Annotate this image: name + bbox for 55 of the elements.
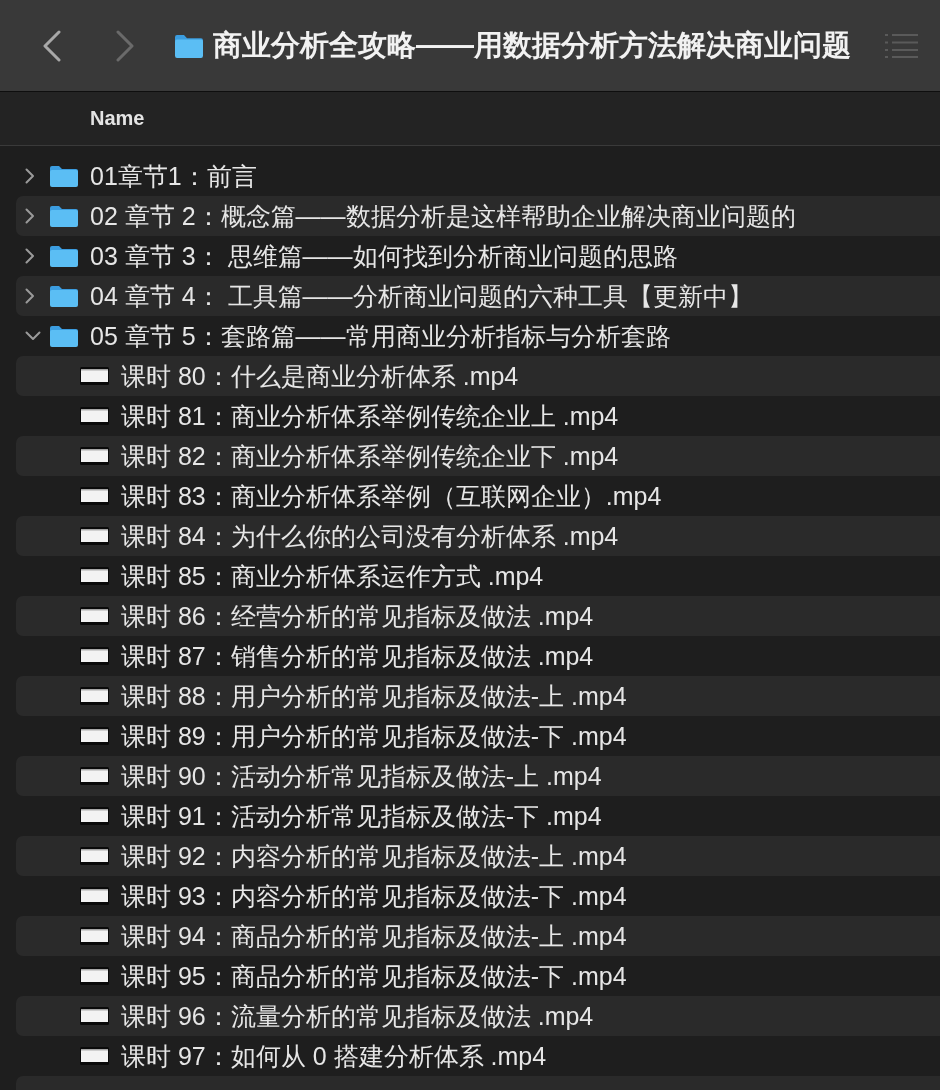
video-thumbnail-icon (80, 807, 109, 825)
folder-name[interactable]: 01章节1：前言 (90, 159, 257, 193)
file-name[interactable]: 课时 88：用户分析的常见指标及做法-上 .mp4 (121, 679, 627, 713)
folder-name[interactable]: 03 章节 3： 思维篇——如何找到分析商业问题的思路 (90, 239, 678, 273)
chevron-right-icon[interactable] (25, 248, 35, 264)
chevron-right-icon[interactable] (25, 288, 35, 304)
file-name[interactable]: 课时 91：活动分析常见指标及做法-下 .mp4 (121, 799, 602, 833)
video-thumbnail-icon (80, 927, 109, 945)
file-name[interactable]: 课时 83：商业分析体系举例（互联网企业）.mp4 (121, 479, 662, 513)
folder-icon (50, 245, 78, 267)
video-thumbnail-icon (80, 1007, 109, 1025)
video-thumbnail-icon (80, 967, 109, 985)
video-thumbnail-icon (80, 767, 109, 785)
file-name[interactable]: 课时 94：商品分析的常见指标及做法-上 .mp4 (121, 919, 627, 953)
video-thumbnail-icon (80, 647, 109, 665)
video-thumbnail-icon (80, 487, 109, 505)
video-thumbnail-icon (80, 1047, 109, 1065)
folder-name[interactable]: 02 章节 2：概念篇——数据分析是这样帮助企业解决商业问题的 (90, 199, 796, 233)
file-name[interactable]: 课时 81：商业分析体系举例传统企业上 .mp4 (121, 399, 619, 433)
video-thumbnail-icon (80, 567, 109, 585)
file-name[interactable]: 课时 85：商业分析体系运作方式 .mp4 (121, 559, 544, 593)
video-thumbnail-icon (80, 607, 109, 625)
back-icon[interactable] (42, 29, 62, 62)
video-thumbnail-icon (80, 407, 109, 425)
video-thumbnail-icon (80, 687, 109, 705)
file-name[interactable]: 课时 86：经营分析的常见指标及做法 .mp4 (121, 599, 594, 633)
file-name[interactable]: 课时 97：如何从 0 搭建分析体系 .mp4 (121, 1039, 547, 1073)
file-name[interactable]: 课时 82：商业分析体系举例传统企业下 .mp4 (121, 439, 619, 473)
video-thumbnail-icon (80, 847, 109, 865)
folder-name[interactable]: 04 章节 4： 工具篇——分析商业问题的六种工具【更新中】 (90, 279, 753, 313)
folder-icon (50, 205, 78, 227)
chevron-right-icon[interactable] (25, 168, 35, 184)
folder-name[interactable]: 05 章节 5：套路篇——常用商业分析指标与分析套路 (90, 319, 671, 353)
file-name[interactable]: 课时 87：销售分析的常见指标及做法 .mp4 (121, 639, 594, 673)
chevron-down-icon[interactable] (25, 331, 41, 341)
file-name[interactable]: 课时 90：活动分析常见指标及做法-上 .mp4 (121, 759, 602, 793)
folder-icon (50, 285, 78, 307)
file-name[interactable]: 课时 80：什么是商业分析体系 .mp4 (121, 359, 519, 393)
video-thumbnail-icon (80, 887, 109, 905)
folder-icon (175, 33, 203, 58)
folder-icon (50, 165, 78, 187)
file-name[interactable]: 课时 96：流量分析的常见指标及做法 .mp4 (121, 999, 594, 1033)
file-name[interactable]: 课时 95：商品分析的常见指标及做法-下 .mp4 (121, 959, 627, 993)
video-thumbnail-icon (80, 447, 109, 465)
file-name[interactable]: 课时 84：为什么你的公司没有分析体系 .mp4 (121, 519, 619, 553)
folder-icon (50, 325, 78, 347)
file-name[interactable]: 课时 92：内容分析的常见指标及做法-上 .mp4 (121, 839, 627, 873)
file-name[interactable]: 课时 93：内容分析的常见指标及做法-下 .mp4 (121, 879, 627, 913)
video-thumbnail-icon (80, 527, 109, 545)
file-name[interactable]: 课时 89：用户分析的常见指标及做法-下 .mp4 (121, 719, 627, 753)
video-thumbnail-icon (80, 727, 109, 745)
window-title: 商业分析全攻略——用数据分析方法解决商业问题 (213, 27, 851, 63)
column-header[interactable]: Name (90, 107, 145, 130)
chevron-right-icon[interactable] (25, 208, 35, 224)
video-thumbnail-icon (80, 367, 109, 385)
